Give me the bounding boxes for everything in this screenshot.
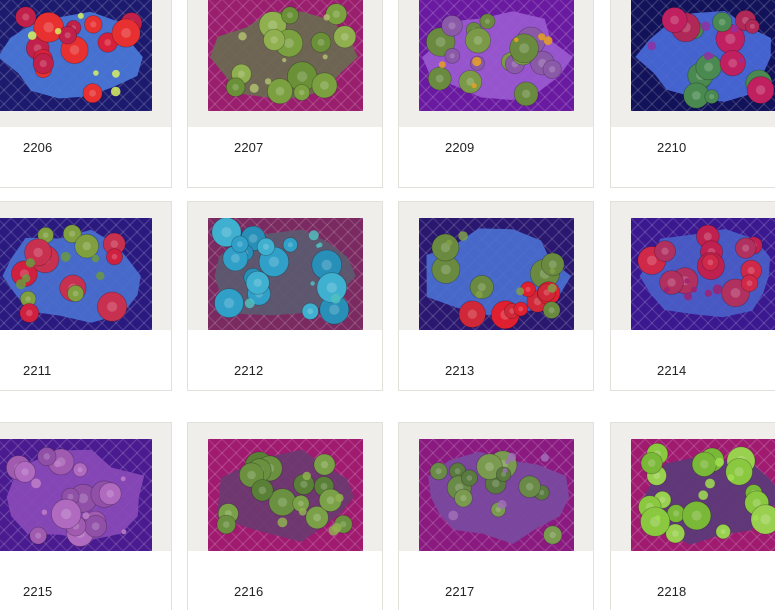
gallery-card[interactable]: 2210 [610, 0, 775, 188]
gallery-card[interactable]: 2211 [0, 201, 172, 391]
coral-thumbnail[interactable] [631, 218, 775, 330]
coral-photo [631, 218, 775, 330]
coral-photo [208, 439, 363, 551]
item-number: 2213 [445, 363, 475, 378]
gallery-card[interactable]: 2213 [398, 201, 594, 391]
coral-thumbnail[interactable] [0, 0, 152, 111]
coral-photo [419, 218, 574, 330]
item-number: 2212 [234, 363, 264, 378]
coral-thumbnail[interactable] [631, 439, 775, 551]
item-number: 2206 [23, 140, 53, 155]
gallery-card[interactable]: 2212 [187, 201, 383, 391]
coral-thumbnail[interactable] [419, 0, 574, 111]
item-number: 2218 [657, 584, 687, 599]
gallery-card[interactable]: 2216 [187, 422, 383, 610]
coral-photo [0, 439, 152, 551]
coral-thumbnail[interactable] [208, 218, 363, 330]
gallery-card[interactable]: 2217 [398, 422, 594, 610]
coral-photo [208, 0, 363, 111]
gallery-card[interactable]: 2206 [0, 0, 172, 188]
coral-thumbnail[interactable] [419, 439, 574, 551]
coral-photo [419, 0, 574, 111]
coral-gallery-grid: 2206 2207 2209 2210 2211 2212 2213 2214 [0, 0, 775, 610]
gallery-card[interactable]: 2207 [187, 0, 383, 188]
gallery-card[interactable]: 2218 [610, 422, 775, 610]
gallery-card[interactable]: 2214 [610, 201, 775, 391]
coral-thumbnail[interactable] [208, 439, 363, 551]
coral-thumbnail[interactable] [0, 218, 152, 330]
item-number: 2210 [657, 140, 687, 155]
item-number: 2217 [445, 584, 475, 599]
coral-thumbnail[interactable] [419, 218, 574, 330]
item-number: 2211 [23, 363, 52, 378]
coral-photo [208, 218, 363, 330]
coral-photo [631, 439, 775, 551]
coral-photo [631, 0, 775, 111]
item-number: 2209 [445, 140, 475, 155]
coral-photo [419, 439, 574, 551]
coral-thumbnail[interactable] [631, 0, 775, 111]
item-number: 2207 [234, 140, 264, 155]
gallery-card[interactable]: 2215 [0, 422, 172, 610]
item-number: 2214 [657, 363, 687, 378]
coral-photo [0, 0, 152, 111]
coral-thumbnail[interactable] [0, 439, 152, 551]
item-number: 2216 [234, 584, 264, 599]
item-number: 2215 [23, 584, 53, 599]
coral-thumbnail[interactable] [208, 0, 363, 111]
gallery-card[interactable]: 2209 [398, 0, 594, 188]
coral-photo [0, 218, 152, 330]
